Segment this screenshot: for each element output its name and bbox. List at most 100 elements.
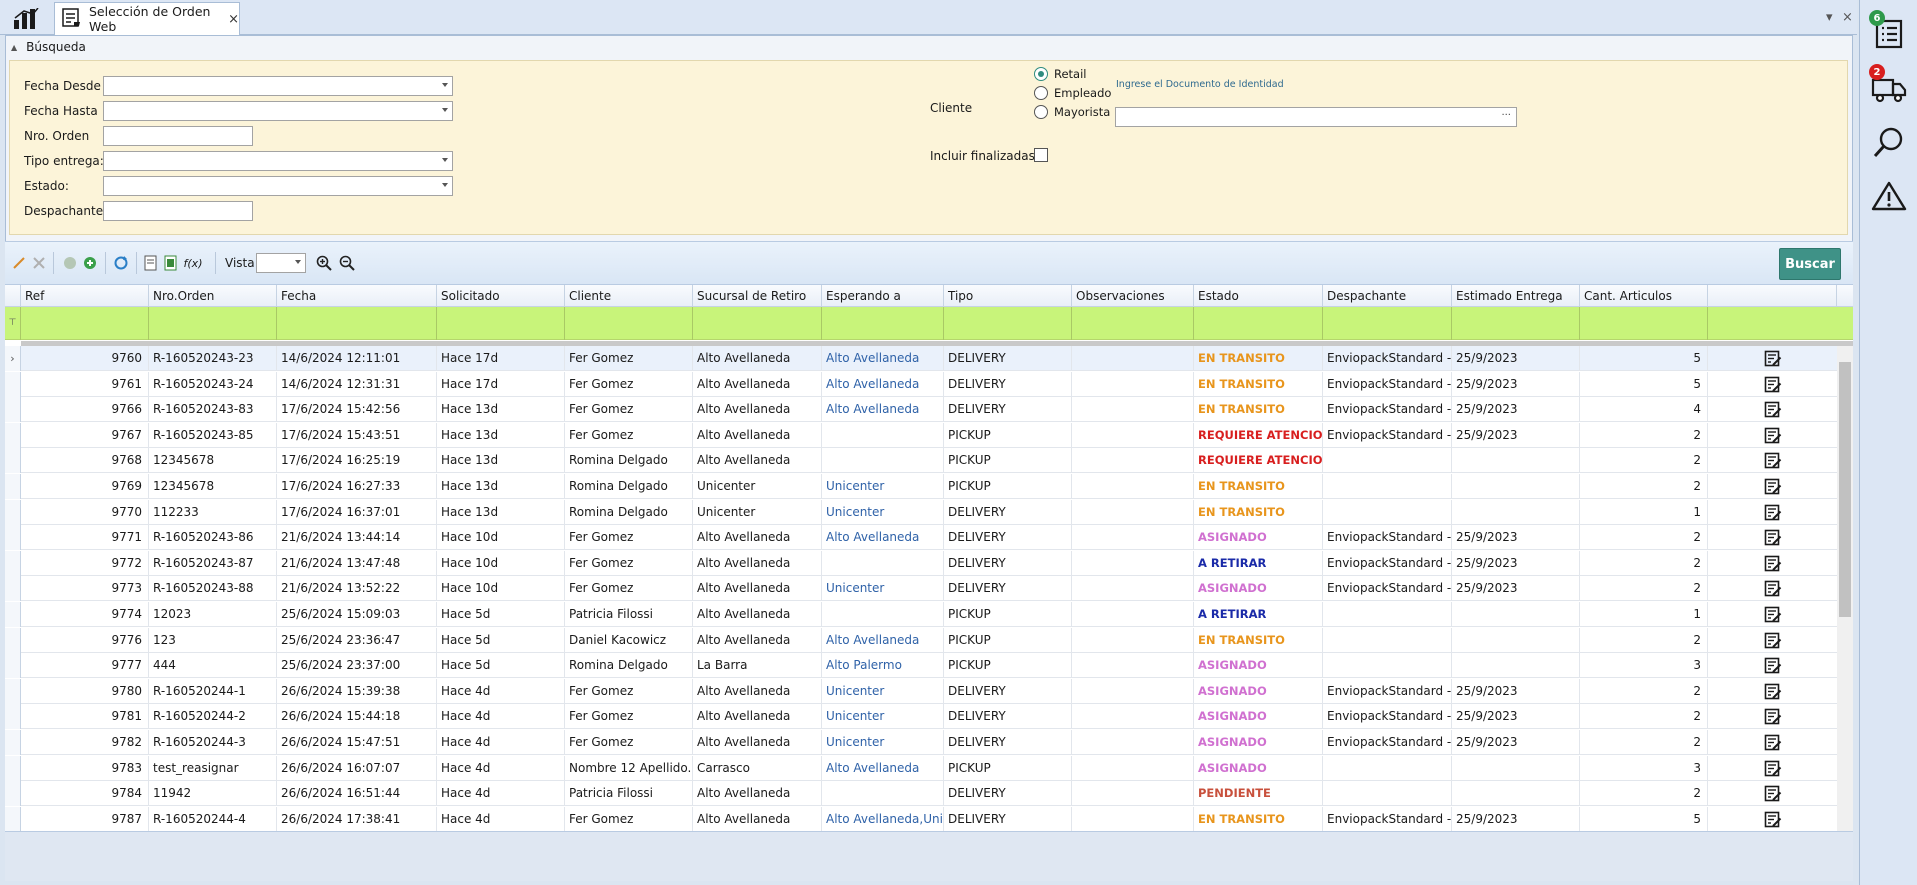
table-row[interactable]: 9781 R-160520244-2 26/6/2024 15:44:18 Hace …	[5, 704, 1837, 730]
row-selector[interactable]	[5, 371, 21, 397]
edit-order-icon[interactable]	[1764, 350, 1782, 368]
fecha-hasta-field[interactable]	[103, 101, 453, 121]
table-row[interactable]: 9770 112233 17/6/2024 16:37:01 Hace 13d Romi…	[5, 499, 1837, 525]
formula-icon[interactable]: f(x)	[184, 254, 203, 272]
row-selector[interactable]	[5, 755, 21, 781]
table-row[interactable]: 9777 444 25/6/2024 23:37:00 Hace 5d Romina D…	[5, 653, 1837, 679]
edit-order-icon[interactable]	[1764, 606, 1782, 624]
row-selector[interactable]	[5, 781, 21, 807]
ellipsis-icon[interactable]: ···	[1501, 110, 1511, 121]
filter-cell-solicitado[interactable]	[437, 307, 565, 340]
despachante-input[interactable]	[103, 201, 253, 221]
edit-order-icon[interactable]	[1764, 401, 1782, 419]
estado-select[interactable]	[103, 176, 453, 196]
tab-seleccion-orden-web[interactable]: Selección de Orden Web ×	[54, 2, 240, 35]
filter-cell-cant-articulos[interactable]	[1580, 307, 1708, 340]
dropdown-arrow-icon[interactable]	[442, 183, 448, 187]
edit-order-icon[interactable]	[1764, 657, 1782, 675]
row-selector[interactable]	[5, 525, 21, 551]
column-header-fecha[interactable]: Fecha	[277, 285, 437, 307]
row-selector[interactable]	[5, 576, 21, 602]
table-row[interactable]: 9787 R-160520244-4 26/6/2024 17:38:41 Hace …	[5, 806, 1837, 831]
row-selector[interactable]	[5, 730, 21, 755]
vista-select[interactable]	[256, 253, 306, 273]
search-button[interactable]	[1863, 118, 1915, 168]
edit-order-icon[interactable]	[1764, 760, 1782, 778]
dropdown-arrow-icon[interactable]	[442, 158, 448, 162]
column-header-solicitado[interactable]: Solicitado	[437, 285, 565, 307]
tab-close-button[interactable]: ×	[228, 12, 239, 27]
edit-order-icon[interactable]	[1764, 708, 1782, 726]
radio-button[interactable]	[1034, 105, 1048, 119]
edit-order-icon[interactable]	[1764, 580, 1782, 598]
column-header-despachante[interactable]: Despachante	[1323, 285, 1452, 307]
table-row[interactable]: › 9760 R-160520243-23 14/6/2024 12:11:01 Hac…	[5, 346, 1837, 371]
table-row[interactable]: 9767 R-160520243-85 17/6/2024 15:43:51 Hace…	[5, 422, 1837, 448]
table-row[interactable]: 9773 R-160520243-88 21/6/2024 13:52:22 Hace…	[5, 576, 1837, 602]
column-header-estado[interactable]: Estado	[1194, 285, 1323, 307]
column-header-esperando-a[interactable]: Esperando a	[822, 285, 944, 307]
delete-x-icon[interactable]	[30, 254, 48, 272]
edit-order-icon[interactable]	[1764, 376, 1782, 394]
table-row[interactable]: 9774 12023 25/6/2024 15:09:03 Hace 5d Patric…	[5, 602, 1837, 627]
collapse-caret-icon[interactable]: ▲	[11, 43, 17, 52]
buscar-button[interactable]: Buscar	[1779, 248, 1841, 280]
filter-cell-ref[interactable]	[21, 307, 149, 340]
search-section-header[interactable]: ▲ Búsqueda	[5, 38, 86, 56]
export-excel-icon[interactable]	[162, 254, 180, 272]
filter-cell-despachante[interactable]	[1323, 307, 1452, 340]
row-selector[interactable]	[5, 499, 21, 525]
orders-list-button[interactable]: 6	[1863, 10, 1915, 60]
add-disabled-icon[interactable]	[61, 254, 79, 272]
table-row[interactable]: 9766 R-160520243-83 17/6/2024 15:42:56 Hace…	[5, 397, 1837, 423]
column-header-cant-articulos[interactable]: Cant. Articulos	[1580, 285, 1708, 307]
table-row[interactable]: 9782 R-160520244-3 26/6/2024 15:47:51 Hace …	[5, 730, 1837, 755]
radio-button[interactable]	[1034, 86, 1048, 100]
alerts-button[interactable]	[1863, 172, 1915, 222]
row-selector[interactable]	[5, 653, 21, 679]
edit-order-icon[interactable]	[1764, 632, 1782, 650]
table-row[interactable]: 9771 R-160520243-86 21/6/2024 13:44:14 Hace…	[5, 525, 1837, 551]
documento-input[interactable]: ···	[1115, 107, 1517, 127]
zoom-out-icon[interactable]	[338, 254, 356, 272]
filter-cell-nro-orden[interactable]	[149, 307, 277, 340]
window-menu-button[interactable]: ▾	[1826, 10, 1833, 25]
edit-order-icon[interactable]	[1764, 734, 1782, 752]
scrollbar-thumb[interactable]	[1839, 362, 1851, 617]
refresh-icon[interactable]	[112, 254, 130, 272]
add-icon[interactable]	[81, 254, 99, 272]
row-selector[interactable]	[5, 806, 21, 831]
edit-order-icon[interactable]	[1764, 785, 1782, 803]
column-header-ref[interactable]: Ref	[21, 285, 149, 307]
row-selector[interactable]	[5, 448, 21, 474]
incluir-finalizadas-checkbox[interactable]	[1034, 148, 1048, 162]
edit-order-icon[interactable]	[1764, 504, 1782, 522]
row-selector[interactable]	[5, 474, 21, 499]
tipo-entrega-select[interactable]	[103, 151, 453, 171]
edit-order-icon[interactable]	[1764, 683, 1782, 701]
chart-icon[interactable]	[6, 4, 46, 33]
radio-button[interactable]	[1034, 67, 1048, 81]
dropdown-arrow-icon[interactable]	[442, 83, 448, 87]
filter-cell-estado[interactable]	[1194, 307, 1323, 340]
edit-order-icon[interactable]	[1764, 478, 1782, 496]
table-row[interactable]: 9772 R-160520243-87 21/6/2024 13:47:48 Hace…	[5, 550, 1837, 576]
fecha-desde-field[interactable]	[103, 76, 453, 96]
filter-cell-cliente[interactable]	[565, 307, 693, 340]
edit-order-icon[interactable]	[1764, 529, 1782, 547]
radio-mayorista[interactable]: Mayorista	[1034, 105, 1110, 119]
edit-pencil-icon[interactable]	[10, 254, 28, 272]
filter-cell-sucursal-retiro[interactable]	[693, 307, 822, 340]
table-row[interactable]: 9761 R-160520243-24 14/6/2024 12:31:31 Hace…	[5, 371, 1837, 397]
row-selector[interactable]	[5, 550, 21, 576]
dropdown-arrow-icon[interactable]	[442, 108, 448, 112]
nro-orden-input[interactable]	[103, 126, 253, 146]
radio-retail[interactable]: Retail	[1034, 67, 1087, 81]
column-header-observaciones[interactable]: Observaciones	[1072, 285, 1194, 307]
filter-cell-esperando-a[interactable]	[822, 307, 944, 340]
row-selector[interactable]: ›	[5, 346, 21, 371]
table-row[interactable]: 9783 test_reasignar 26/6/2024 16:07:07 Hace…	[5, 755, 1837, 781]
filter-cell-fecha[interactable]	[277, 307, 437, 340]
edit-order-icon[interactable]	[1764, 555, 1782, 573]
row-selector[interactable]	[5, 704, 21, 730]
